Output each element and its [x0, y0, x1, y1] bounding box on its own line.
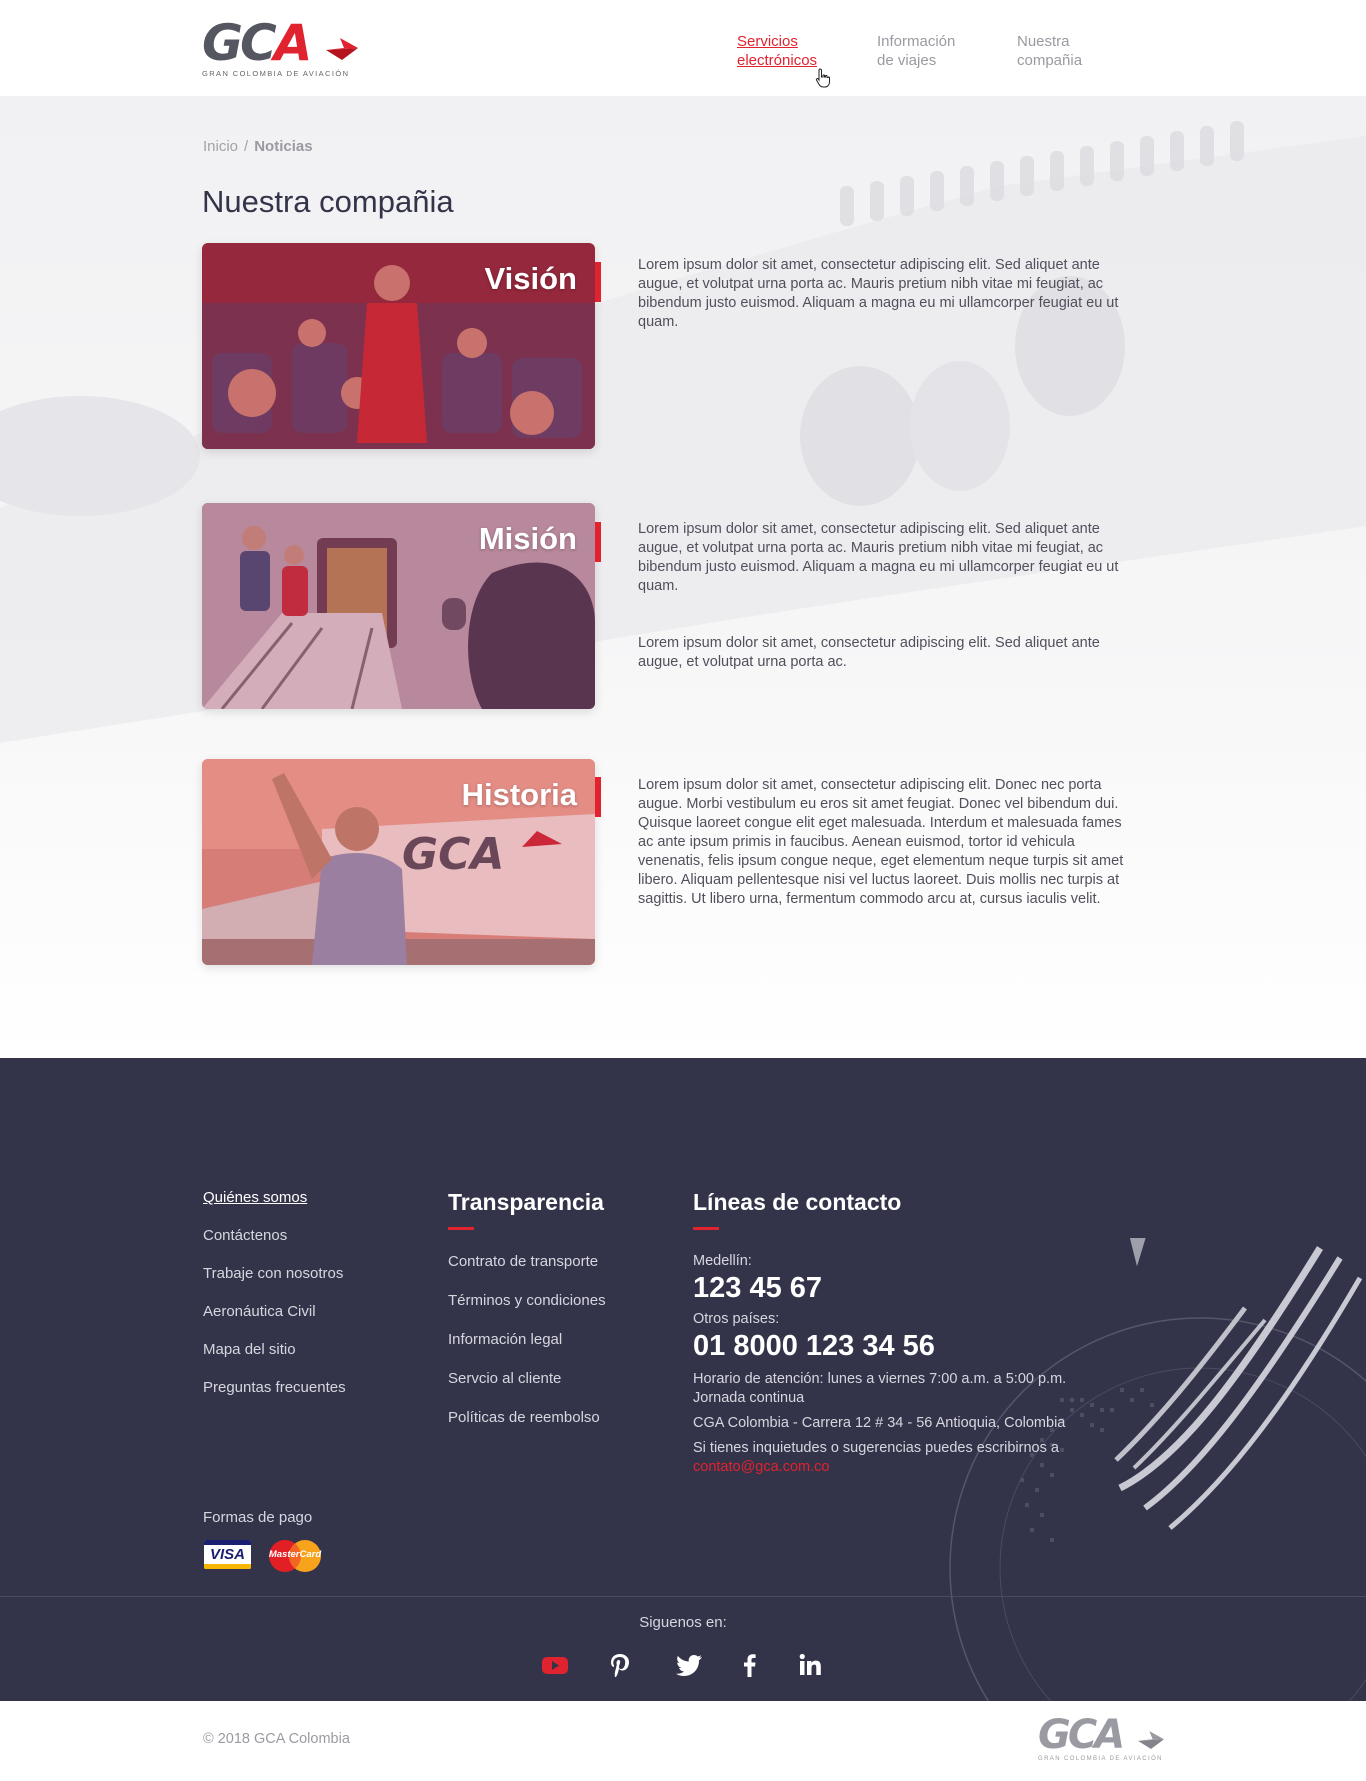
hours-line: Horario de atención: lunes a viernes 7:0… — [693, 1371, 1067, 1387]
historia-image-card: GCA Historia — [202, 759, 595, 965]
transparencia-heading: Transparencia — [448, 1189, 604, 1215]
nav-servicios-electronicos[interactable]: Servicios electrónicos — [737, 32, 877, 70]
footer-logo-arrow-icon — [1138, 1731, 1164, 1749]
nav-label: electrónicos — [737, 52, 818, 69]
hours-text: Horario de atención: lunes a viernes 7:0… — [693, 1370, 1113, 1408]
footer-link-terminos[interactable]: Términos y condiciones — [448, 1291, 606, 1311]
main-nav: Servicios electrónicos Información de vi… — [737, 32, 1157, 70]
copyright-text: © 2018 GCA Colombia — [203, 1731, 350, 1747]
medellin-label: Medellín: — [693, 1253, 752, 1269]
historia-title: Historia — [461, 777, 577, 812]
mision-paragraph: Lorem ipsum dolor sit amet, consectetur … — [638, 521, 1119, 594]
footer-link-servicio-cliente[interactable]: Servcio al cliente — [448, 1369, 606, 1389]
historia-paragraph: Lorem ipsum dolor sit amet, consectetur … — [638, 777, 1124, 907]
follow-us-label: Siguenos en: — [639, 1614, 727, 1631]
visa-card-icon: VISA — [204, 1540, 251, 1569]
footer-links-transparencia: Transparencia Contrato de transporte Tér… — [448, 1188, 606, 1447]
mastercard-icon: MasterCard — [267, 1539, 323, 1573]
contact-email-link[interactable]: contato@gca.com.co — [693, 1458, 1113, 1477]
vision-paragraph: Lorem ipsum dolor sit amet, consectetur … — [638, 257, 1119, 330]
historia-accent-bar — [595, 777, 601, 817]
pinterest-icon[interactable] — [606, 1652, 634, 1678]
youtube-icon[interactable] — [541, 1652, 569, 1678]
vision-image-card: Visión — [202, 243, 595, 449]
heading-underline — [693, 1227, 719, 1230]
payment-methods-label: Formas de pago — [203, 1509, 313, 1526]
nav-label: Nuestra — [1017, 33, 1070, 50]
footer-links-about: Quiénes somos Contáctenos Trabaje con no… — [203, 1188, 346, 1416]
nav-label: compañia — [1017, 52, 1083, 69]
footer-contact: Líneas de contacto Medellín: 123 45 67 O… — [693, 1188, 1113, 1477]
breadcrumb-separator: / — [244, 138, 249, 155]
gca-footer-logo[interactable]: GCA GRAN COLOMBIA DE AVIACIÓN — [1038, 1715, 1164, 1762]
mision-title: Misión — [478, 521, 577, 556]
site-header: GCA GRAN COLOMBIA DE AVIACIÓN Servicios … — [0, 0, 1366, 96]
heading-underline — [448, 1227, 474, 1230]
mision-image-card: Misión — [202, 503, 595, 709]
mastercard-text: MasterCard — [268, 1549, 322, 1560]
site-footer: Quiénes somos Contáctenos Trabaje con no… — [0, 1058, 1366, 1701]
hand-cursor-icon — [815, 68, 830, 88]
other-countries-phone[interactable]: 01 8000 123 34 56 — [693, 1328, 1113, 1364]
hours-line: Jornada continua — [693, 1390, 805, 1406]
logo-arrow-icon — [326, 38, 358, 60]
bottom-bar: © 2018 GCA Colombia GCA GRAN COLOMBIA DE… — [0, 1701, 1366, 1781]
breadcrumb-home-link[interactable]: Inicio — [203, 138, 238, 155]
facebook-icon[interactable] — [736, 1652, 764, 1678]
vision-accent-bar — [595, 262, 601, 302]
twitter-icon[interactable] — [676, 1652, 704, 1678]
gca-logo[interactable]: GCA GRAN COLOMBIA DE AVIACIÓN — [202, 18, 358, 80]
footer-divider — [0, 1596, 1366, 1597]
nav-label: Servicios — [737, 33, 798, 50]
nav-label: de viajes — [877, 52, 937, 69]
address-text: CGA Colombia - Carrera 12 # 34 - 56 Anti… — [693, 1415, 1066, 1431]
footer-link-quienes-somos[interactable]: Quiénes somos — [203, 1188, 346, 1208]
footer-link-mapa-sitio[interactable]: Mapa del sitio — [203, 1340, 346, 1360]
footer-link-reembolso[interactable]: Políticas de reembolso — [448, 1408, 606, 1428]
footer-link-contactenos[interactable]: Contáctenos — [203, 1226, 346, 1246]
vision-description: Lorem ipsum dolor sit amet, consectetur … — [638, 256, 1138, 332]
mision-accent-bar — [595, 522, 601, 562]
logo-tagline: GRAN COLOMBIA DE AVIACIÓN — [202, 69, 350, 78]
footer-link-contrato[interactable]: Contrato de transporte — [448, 1252, 606, 1272]
mision-description: Lorem ipsum dolor sit amet, consectetur … — [638, 520, 1138, 672]
other-countries-label: Otros países: — [693, 1311, 780, 1327]
visa-text: VISA — [209, 1546, 245, 1563]
nav-label: Información — [877, 33, 956, 50]
historia-description: Lorem ipsum dolor sit amet, consectetur … — [638, 776, 1138, 909]
suggestions-text: Si tienes inquietudes o sugerencias pued… — [693, 1440, 1059, 1456]
vision-title: Visión — [484, 261, 577, 296]
breadcrumb: Inicio / Noticias — [203, 138, 313, 155]
linkedin-icon[interactable] — [796, 1652, 824, 1678]
nav-nuestra-compania[interactable]: Nuestra compañia — [1017, 32, 1157, 70]
nav-informacion-viajes[interactable]: Información de viajes — [877, 32, 1017, 70]
footer-link-preguntas[interactable]: Preguntas frecuentes — [203, 1378, 346, 1398]
footer-link-trabaje[interactable]: Trabaje con nosotros — [203, 1264, 346, 1284]
footer-link-aeronautica[interactable]: Aeronáutica Civil — [203, 1302, 346, 1322]
medellin-phone[interactable]: 123 45 67 — [693, 1270, 1113, 1306]
footer-link-info-legal[interactable]: Información legal — [448, 1330, 606, 1350]
footer-logo-tagline: GRAN COLOMBIA DE AVIACIÓN — [1038, 1756, 1163, 1762]
contact-heading: Líneas de contacto — [693, 1189, 902, 1215]
breadcrumb-current: Noticias — [254, 138, 313, 155]
page-title: Nuestra compañia — [202, 184, 454, 219]
main-content: Inicio / Noticias Nuestra compañia Visión … — [0, 96, 1366, 1058]
mision-paragraph: Lorem ipsum dolor sit amet, consectetur … — [638, 635, 1100, 670]
